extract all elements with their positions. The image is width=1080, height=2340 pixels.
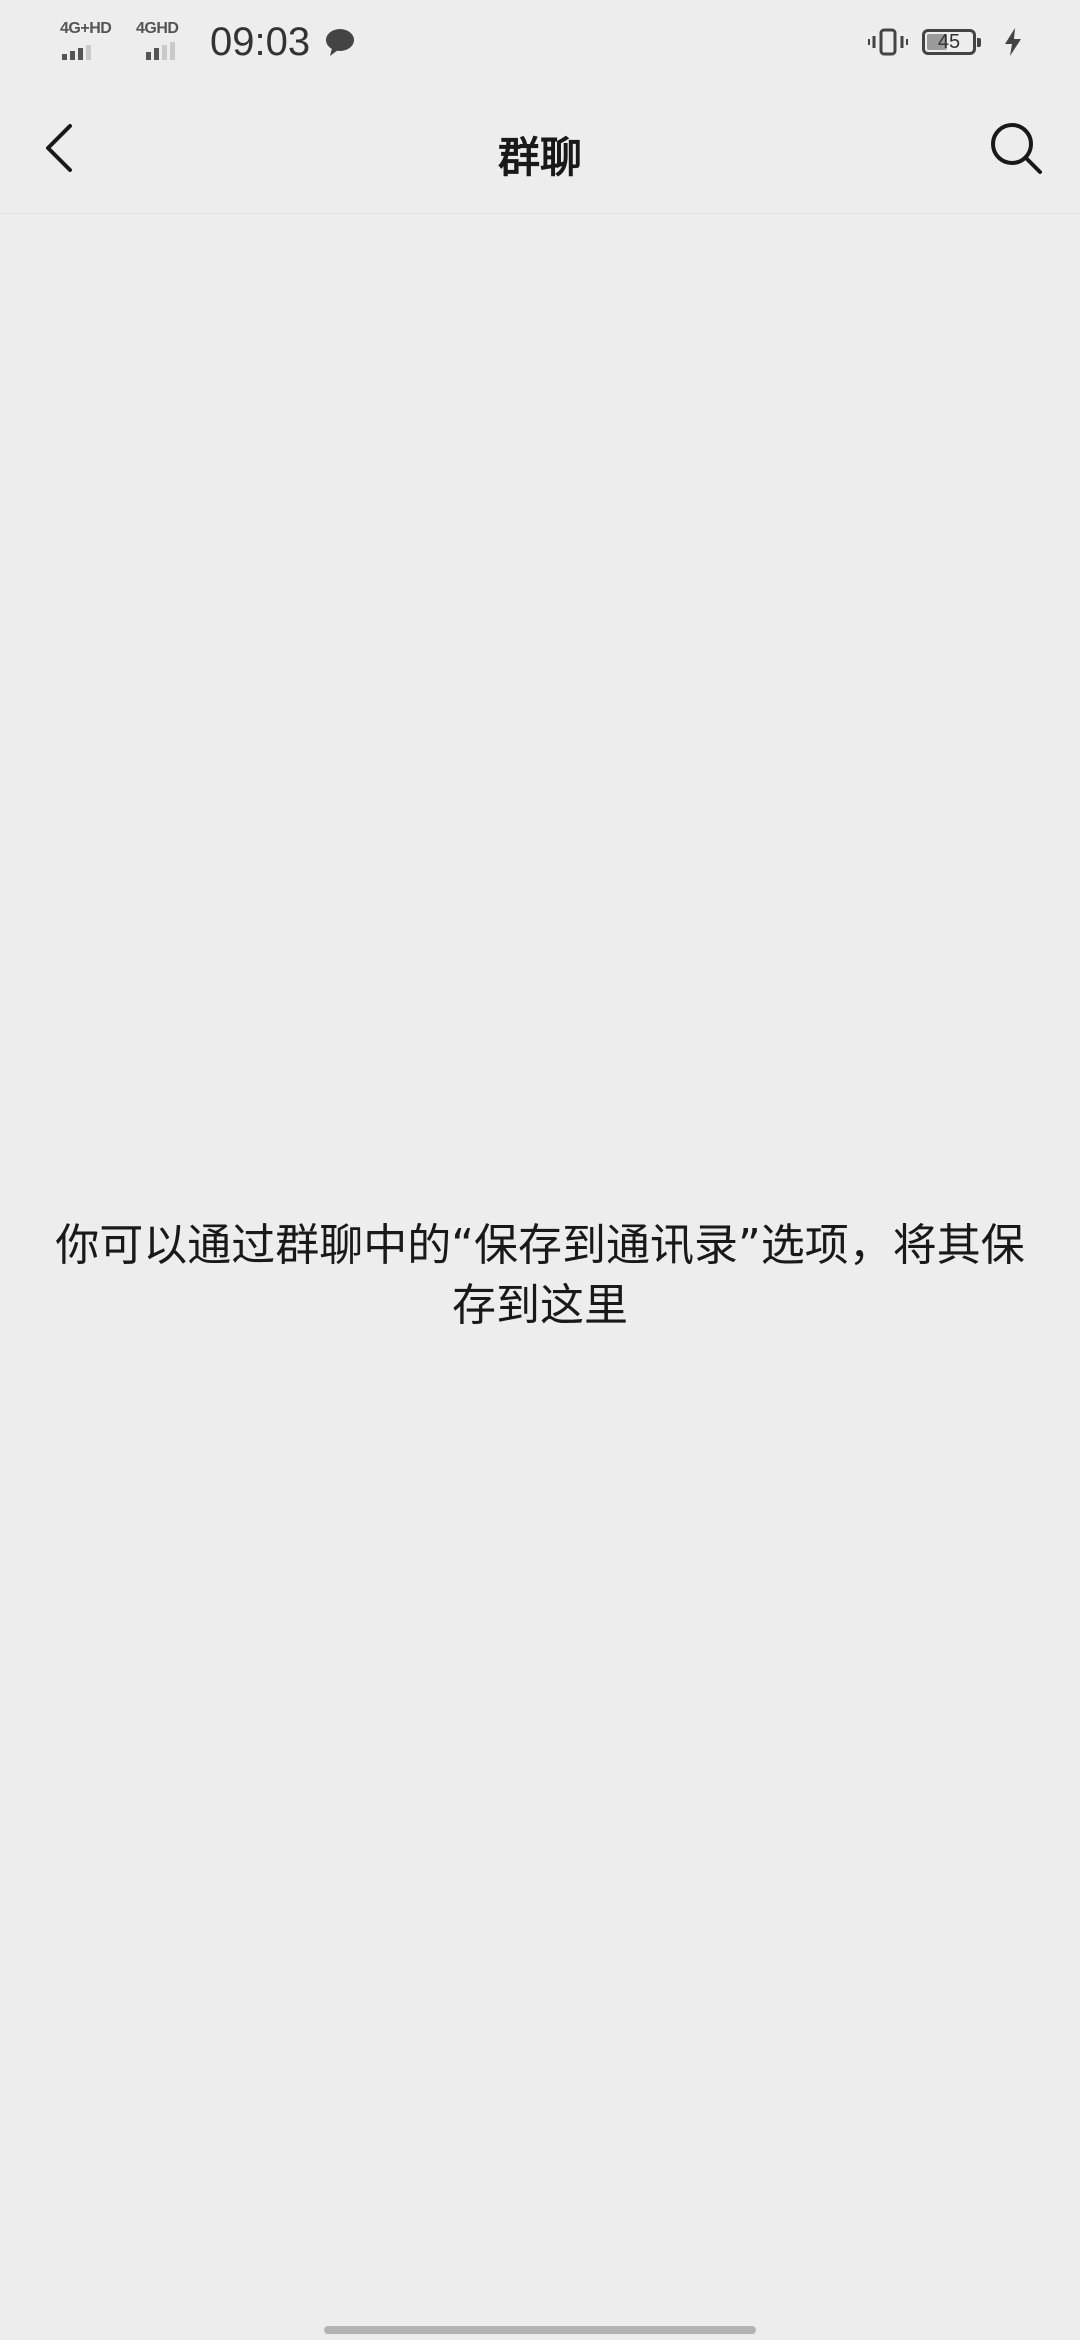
battery-level: 45 xyxy=(937,30,961,53)
status-left: 4G+HD 4GHD 09:03 xyxy=(60,20,356,65)
group-chats-screen: 4G+HD 4GHD 09:03 45 群聊 你可以通过群聊中的“保存到通讯录”… xyxy=(0,0,1080,2340)
home-indicator[interactable] xyxy=(324,2326,756,2334)
search-button[interactable] xyxy=(982,114,1050,182)
page-title: 群聊 xyxy=(497,133,582,182)
status-time: 09:03 xyxy=(210,19,311,64)
status-right: 45 xyxy=(868,27,1024,57)
battery-icon: 45 xyxy=(922,29,981,55)
charging-icon xyxy=(1005,28,1021,56)
signal-sim2-icon: 4GHD xyxy=(136,20,186,64)
signal-sim1-icon: 4G+HD xyxy=(60,20,122,64)
vibrate-icon xyxy=(868,28,908,56)
empty-state-message: 你可以通过群聊中的“保存到通讯录”选项，将其保存到这里 xyxy=(55,1220,1025,1331)
sim2-network-label: 4GHD xyxy=(136,20,179,37)
status-bar: 4G+HD 4GHD 09:03 45 xyxy=(0,0,1080,84)
search-icon xyxy=(991,123,1042,174)
navigation-bar: 群聊 xyxy=(0,84,1080,214)
chat-notification-icon xyxy=(326,29,355,56)
sim1-network-label: 4G+HD xyxy=(60,20,112,37)
